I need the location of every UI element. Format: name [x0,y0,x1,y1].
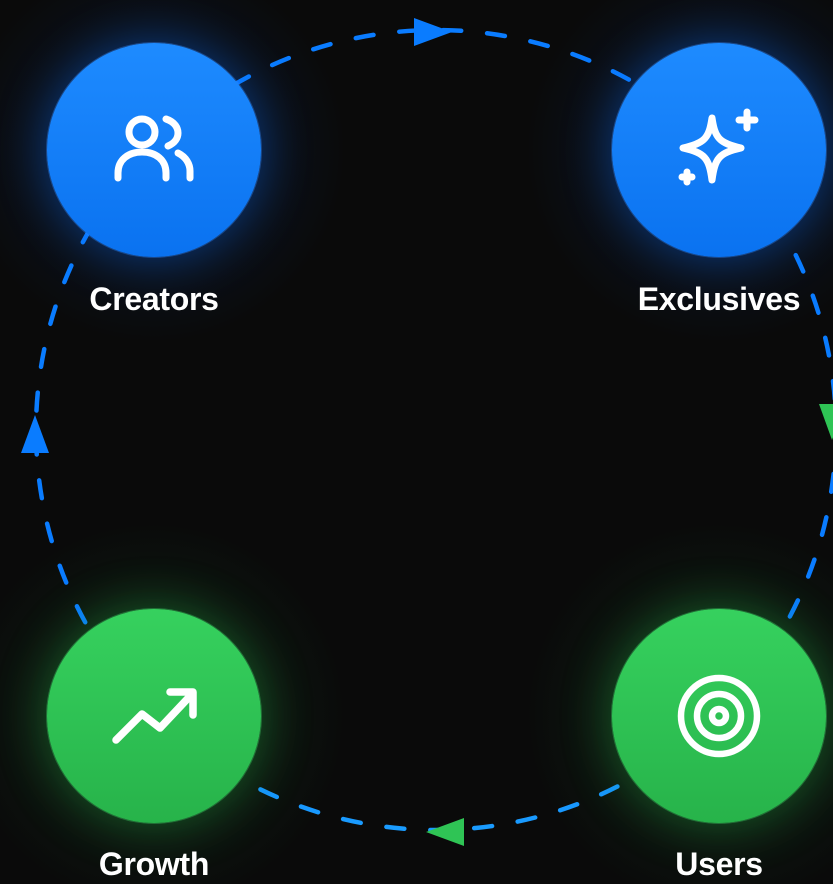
trending-up-icon [112,688,197,744]
exclusives-node[interactable] [612,43,826,257]
users-label: Users [675,846,763,882]
sparkles-icon [678,108,759,186]
arrow-right-icon [414,18,452,46]
growth-node[interactable] [47,609,261,823]
creators-label: Creators [89,281,219,317]
arrow-left-icon [426,818,464,846]
arrow-up-icon [21,415,49,453]
target-icon [677,674,761,758]
growth-label: Growth [98,846,210,882]
arrow-down-icon [819,404,833,440]
creators-node[interactable] [47,43,261,257]
users-node[interactable] [612,609,826,823]
users-icon [114,115,194,182]
exclusives-label: Exclusives [637,281,801,317]
flywheel-diagram: Creators Exclusives Growth Users [0,0,833,884]
